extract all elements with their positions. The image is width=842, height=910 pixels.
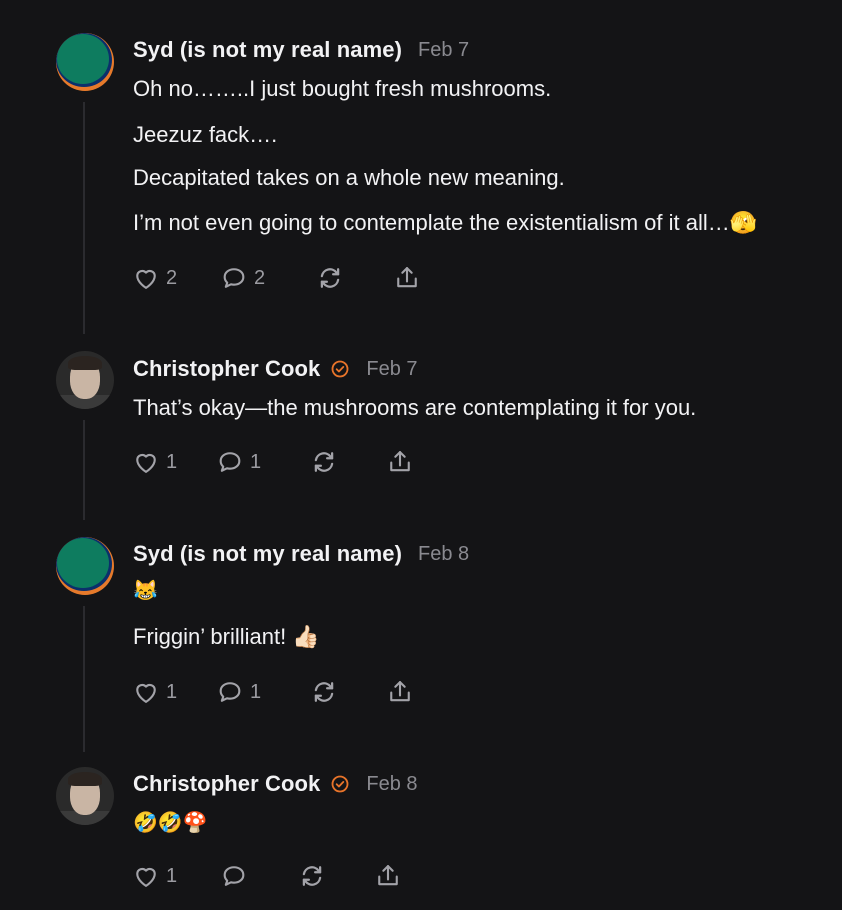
speech-bubble-icon <box>216 448 244 476</box>
avatar[interactable] <box>56 537 114 595</box>
comment-text: Decapitated takes on a whole new meaning… <box>133 165 565 190</box>
comment-text: That’s okay—the mushrooms are contemplat… <box>133 395 697 420</box>
speech-bubble-icon <box>220 862 248 890</box>
comment-header: Christopher Cook Feb 8 <box>133 769 418 799</box>
reply-button[interactable] <box>220 860 248 892</box>
heart-icon <box>132 264 160 292</box>
restack-icon <box>315 263 345 293</box>
like-count: 1 <box>166 864 178 887</box>
author-name[interactable]: Christopher Cook <box>133 356 320 382</box>
heart-icon <box>132 862 160 890</box>
verified-check-icon <box>330 774 350 794</box>
comment-text: Jeezuz fack…. <box>133 122 278 147</box>
avatar[interactable] <box>56 351 114 409</box>
reply-button[interactable]: 2 <box>220 262 265 294</box>
author-name[interactable]: Syd (is not my real name) <box>133 37 402 63</box>
author-name[interactable]: Christopher Cook <box>133 771 320 797</box>
comment-header: Syd (is not my real name) Feb 8 <box>133 539 469 569</box>
comment-text: 😹 <box>133 580 158 602</box>
heart-icon <box>132 448 160 476</box>
author-name[interactable]: Syd (is not my real name) <box>133 541 402 567</box>
like-button[interactable]: 1 <box>132 860 177 892</box>
restack-icon <box>309 677 339 707</box>
like-count: 1 <box>166 450 178 473</box>
restack-button[interactable] <box>297 860 327 892</box>
comment-date[interactable]: Feb 8 <box>366 773 417 796</box>
avatar[interactable] <box>56 767 114 825</box>
comment-text: 🤣🤣🍄 <box>133 812 208 834</box>
thread-line <box>83 606 85 752</box>
comment-date[interactable]: Feb 7 <box>366 358 417 381</box>
share-icon <box>374 862 402 890</box>
reply-count: 1 <box>250 450 262 473</box>
restack-icon <box>309 447 339 477</box>
comment-header: Syd (is not my real name) Feb 7 <box>133 35 469 65</box>
speech-bubble-icon <box>216 678 244 706</box>
like-button[interactable]: 2 <box>132 262 177 294</box>
verified-check-icon <box>330 359 350 379</box>
restack-button[interactable] <box>309 676 339 708</box>
share-button[interactable] <box>374 860 402 892</box>
restack-button[interactable] <box>315 262 345 294</box>
like-count: 2 <box>166 266 178 289</box>
heart-icon <box>132 678 160 706</box>
like-button[interactable]: 1 <box>132 676 177 708</box>
share-button[interactable] <box>386 446 414 478</box>
share-icon <box>393 264 421 292</box>
share-icon <box>386 448 414 476</box>
comment-date[interactable]: Feb 8 <box>418 543 469 566</box>
comment-date[interactable]: Feb 7 <box>418 39 469 62</box>
avatar[interactable] <box>56 33 114 91</box>
reply-count: 2 <box>254 266 266 289</box>
reply-button[interactable]: 1 <box>216 676 261 708</box>
reply-count: 1 <box>250 680 262 703</box>
like-button[interactable]: 1 <box>132 446 177 478</box>
comment-header: Christopher Cook Feb 7 <box>133 354 418 384</box>
restack-icon <box>297 861 327 891</box>
thread-line <box>83 420 85 520</box>
share-button[interactable] <box>386 676 414 708</box>
comment-text: Oh no……..I just bought fresh mushrooms. <box>133 76 552 101</box>
restack-button[interactable] <box>309 446 339 478</box>
comment-text: I’m not even going to contemplate the ex… <box>133 210 758 235</box>
share-button[interactable] <box>393 262 421 294</box>
thread-line <box>83 102 85 334</box>
like-count: 1 <box>166 680 178 703</box>
share-icon <box>386 678 414 706</box>
speech-bubble-icon <box>220 264 248 292</box>
comment-text: Friggin’ brilliant! 👍🏻 <box>133 624 320 649</box>
reply-button[interactable]: 1 <box>216 446 261 478</box>
